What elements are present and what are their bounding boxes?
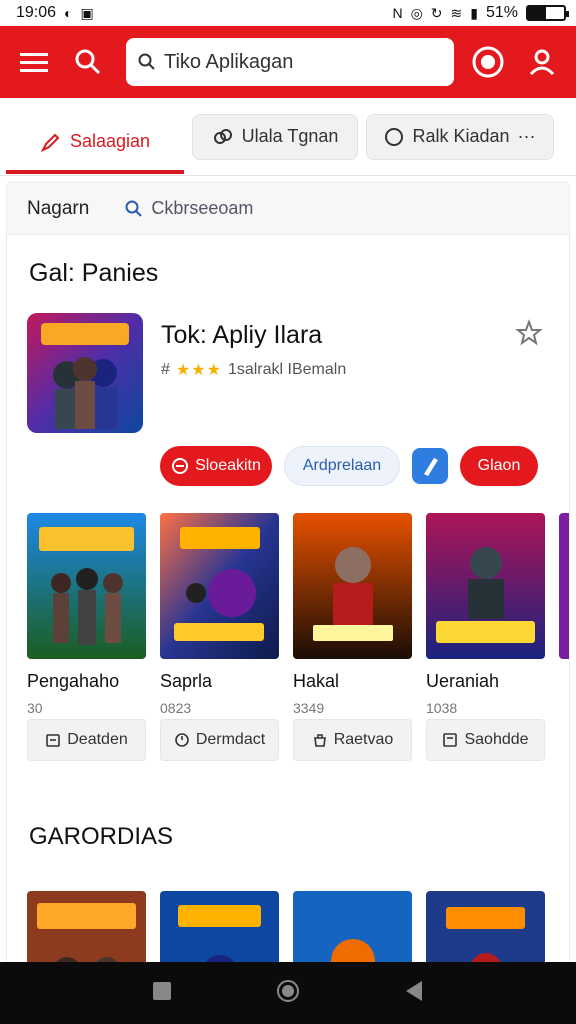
home-icon[interactable] <box>276 979 300 1008</box>
featured-app[interactable]: Tok: Apliy Ilara # ★★★ 1salrakl IBemaln <box>7 303 569 435</box>
category-tabs: Salaagian Ulala Tgnan Ralk Kiadan ··· <box>0 98 576 176</box>
search-icon <box>125 200 143 217</box>
rating-stars: ★★★ <box>175 362 222 379</box>
game-count: 30 <box>27 700 43 716</box>
rating-text: 1salrakl IBemaln <box>227 361 347 378</box>
install-button[interactable]: Sloeakitn <box>160 446 272 486</box>
folder-icon <box>46 734 61 747</box>
pencil-icon <box>40 133 60 152</box>
game-card[interactable]: Saprla 0823 <box>160 513 279 716</box>
install-button-label: Sloeakitn <box>195 457 261 474</box>
search-placeholder: Tiko Aplikagan <box>164 50 294 73</box>
tab-label: Salaagian <box>69 131 151 151</box>
details-button-label: Ardprelaan <box>302 457 382 474</box>
sub-search-link[interactable]: Ckbrseeoam <box>125 198 253 219</box>
main-content: Nagarn Ckbrseeoam Gal: Panies Tok: Apliy… <box>6 182 570 1024</box>
battery-icon <box>526 5 569 21</box>
games-carousel: Pengahaho 30 Saprla 0823 Hakal 3349 Uera… <box>7 497 569 716</box>
game-name: Pengahaho <box>27 671 120 691</box>
tab-label: Ralk Kiadan <box>412 126 510 146</box>
menu-icon[interactable] <box>14 42 54 82</box>
featured-actions: Sloeakitn Ardprelaan Glaon <box>7 435 569 497</box>
link-icon <box>213 128 232 144</box>
game-card[interactable]: Hakal 3349 <box>293 513 412 716</box>
search-field-icon <box>138 53 155 70</box>
game-count: 0823 <box>160 700 192 716</box>
wifi-icon: ≋ <box>450 4 463 21</box>
status-time: 19:06 <box>16 4 57 21</box>
minus-circle-icon <box>172 458 189 474</box>
game-thumbnail <box>293 513 412 659</box>
circle-icon <box>385 127 404 146</box>
sync-icon: ↻ <box>430 4 443 21</box>
details-button[interactable]: Ardprelaan <box>284 446 400 486</box>
featured-app-title: Tok: Apliy Ilara <box>161 321 323 349</box>
game-card-partial[interactable] <box>559 513 569 707</box>
chip-button[interactable]: Dermdact <box>160 719 279 761</box>
game-thumbnail <box>426 513 545 659</box>
open-button-label: Glaon <box>477 457 521 474</box>
sub-bar: Nagarn Ckbrseeoam <box>7 183 569 235</box>
sub-search-label: Ckbrseeoam <box>151 198 254 218</box>
game-count: 3349 <box>293 700 325 716</box>
tab-ulala-tgnan[interactable]: Ulala Tgnan <box>192 113 358 160</box>
bag-icon <box>313 734 326 747</box>
back-icon[interactable] <box>404 980 424 1007</box>
search-input[interactable]: Tiko Aplikagan <box>126 38 454 86</box>
rating-prefix: # <box>161 361 170 378</box>
featured-app-rating: # ★★★ 1salrakl IBemaln <box>161 360 549 380</box>
game-name: Hakal <box>293 671 340 691</box>
chip-label: Dermdact <box>195 731 266 748</box>
game-name: Saprla <box>160 671 213 691</box>
square-icon <box>443 733 458 747</box>
tab-salaagian[interactable]: Salaagian <box>6 114 184 174</box>
game-thumbnail <box>27 513 146 659</box>
more-icon[interactable]: ··· <box>518 126 536 147</box>
signal-icon: ▮ <box>470 4 478 21</box>
system-nav-bar <box>0 962 576 1024</box>
battery-fill <box>528 7 547 19</box>
media-icon: ▣ <box>80 4 94 21</box>
notification-icon: ◐ <box>64 5 73 21</box>
game-thumbnail <box>160 513 279 659</box>
chip-label: Deatden <box>67 731 128 748</box>
recent-apps-icon[interactable] <box>152 981 172 1006</box>
open-button[interactable]: Glaon <box>460 446 538 486</box>
status-bar: 19:06 ◐ ▣ N ◎ ↻ ≋ ▮ 51% <box>0 0 576 26</box>
game-card[interactable]: Pengahaho 30 <box>27 513 146 716</box>
account-icon[interactable] <box>522 42 562 82</box>
search-icon[interactable] <box>68 42 108 82</box>
clock-icon <box>175 733 189 747</box>
top-app-bar: Tiko Aplikagan <box>0 26 576 98</box>
battery-percent: 51% <box>485 4 518 21</box>
chip-label: Raetvao <box>333 731 394 748</box>
tab-label: Ulala Tgnan <box>241 126 339 146</box>
game-thumbnail <box>559 513 569 659</box>
nfc-icon: N <box>392 5 403 21</box>
game-name: Ueraniah <box>426 671 500 691</box>
section-title: Gal: Panies <box>29 259 159 287</box>
chip-button[interactable]: Raetvao <box>293 719 412 761</box>
game-count: 1038 <box>426 700 458 716</box>
sub-bar-label[interactable]: Nagarn <box>27 198 89 220</box>
section-title-2: GARORDIAS <box>29 823 174 850</box>
chip-label: Saohdde <box>464 731 529 748</box>
app-shortcut-icon[interactable] <box>412 448 448 484</box>
chip-button[interactable]: Saohdde <box>426 719 545 761</box>
chip-button[interactable]: Deatden <box>27 719 146 761</box>
game-card[interactable]: Ueraniah 1038 <box>426 513 545 716</box>
store-icon[interactable] <box>468 42 508 82</box>
featured-app-thumbnail[interactable] <box>27 313 143 433</box>
alarm-icon: ◎ <box>410 4 423 21</box>
favorite-star-icon[interactable] <box>515 319 543 352</box>
tab-ralk-kiadan[interactable]: Ralk Kiadan ··· <box>366 113 554 160</box>
